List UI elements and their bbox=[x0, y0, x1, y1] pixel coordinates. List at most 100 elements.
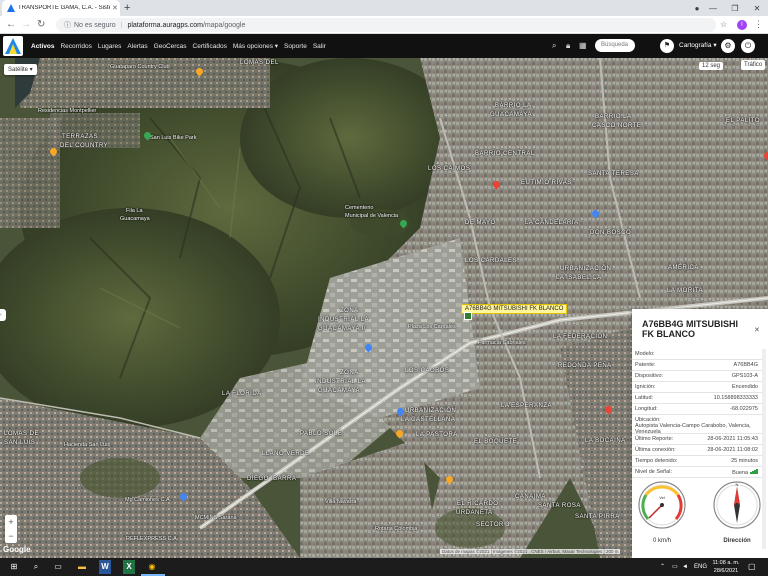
map-label: EUTIMIO RIVAS bbox=[521, 180, 572, 186]
gear-icon[interactable]: ⚙ bbox=[721, 39, 735, 53]
clock-date: 28/6/2021 bbox=[713, 568, 739, 574]
forward-icon[interactable]: → bbox=[21, 18, 31, 32]
vehicle-marker-icon[interactable] bbox=[464, 312, 472, 320]
map-label: REFLEXPRESS C.A. bbox=[126, 536, 179, 542]
nav-salir[interactable]: Salir bbox=[313, 43, 326, 50]
bookmark-star-icon[interactable]: ☆ bbox=[720, 20, 727, 29]
nav-alertas[interactable]: Alertas bbox=[127, 43, 147, 50]
nav-activos[interactable]: Activos bbox=[31, 43, 54, 50]
map-label: LOS CAOBOS bbox=[405, 368, 450, 374]
profile-avatar[interactable]: I bbox=[737, 20, 747, 30]
detail-row: Patente: A76BB4G bbox=[632, 360, 762, 371]
nav-soporte[interactable]: Soporte bbox=[284, 43, 307, 50]
detail-row: Última conexión: 28-06-2021 11:08:02 bbox=[632, 445, 762, 456]
refresh-interval[interactable]: 12 seg bbox=[699, 62, 724, 70]
nav-lugares[interactable]: Lugares bbox=[98, 43, 122, 50]
detail-label: Última conexión: bbox=[635, 447, 676, 453]
map-label: AMÉRICA bbox=[668, 265, 699, 271]
zoom-in-button[interactable]: + bbox=[5, 515, 17, 529]
tray-expand-icon[interactable]: ⌃ bbox=[660, 561, 665, 573]
zoom-out-button[interactable]: − bbox=[5, 529, 17, 543]
word-icon[interactable]: W bbox=[99, 560, 111, 574]
close-icon[interactable]: ✕ bbox=[112, 4, 118, 12]
network-icon[interactable]: ▭ bbox=[672, 561, 678, 573]
map-label: REDONDA PEÑA bbox=[558, 363, 612, 369]
speed-caption: 0 km/h bbox=[652, 538, 671, 544]
detail-row: Dispositivo: GPS103-A bbox=[632, 371, 762, 382]
detail-label: Dispositivo: bbox=[635, 373, 664, 379]
map-label: Villa Navarra bbox=[325, 499, 357, 505]
back-icon[interactable]: ← bbox=[6, 18, 16, 32]
file-explorer-icon[interactable]: ▬ bbox=[76, 560, 88, 574]
svg-text:N: N bbox=[736, 482, 739, 487]
lock-icon[interactable]: 🔒︎ bbox=[566, 40, 570, 52]
map-attribution: Datos de mapas ©2021 | Imágenes ©2021 , … bbox=[440, 549, 621, 554]
language-indicator[interactable]: ENG bbox=[694, 561, 707, 573]
volume-icon[interactable]: ◄ bbox=[682, 561, 688, 573]
close-icon[interactable]: ✕ bbox=[754, 326, 760, 334]
detail-value: Encendido bbox=[732, 384, 758, 390]
search-icon[interactable]: ⌕ bbox=[552, 40, 556, 52]
auragps-logo-icon[interactable] bbox=[3, 36, 23, 56]
map-type-button[interactable]: Satélite ▾ bbox=[4, 64, 37, 75]
search-icon[interactable]: ⌕ bbox=[30, 560, 42, 574]
grid-icon[interactable]: ▦ bbox=[579, 40, 587, 52]
main-menu: Activos Recorridos Lugares Alertas GeoCe… bbox=[31, 34, 332, 58]
nav-geocercas[interactable]: GeoCercas bbox=[154, 43, 187, 50]
map-label: SANTA TERESA bbox=[588, 171, 639, 177]
map-style-label: Cartografía bbox=[679, 42, 712, 49]
minimize-icon[interactable]: — bbox=[702, 0, 724, 16]
traffic-toggle[interactable]: Tráfico bbox=[741, 60, 766, 70]
panel-toggle-icon[interactable]: › bbox=[0, 309, 6, 321]
map-label: BARRIO LA bbox=[595, 114, 632, 120]
excel-icon[interactable]: X bbox=[123, 560, 135, 574]
search-input[interactable]: Búsqueda bbox=[595, 39, 635, 52]
reload-icon[interactable]: ↻ bbox=[37, 18, 45, 32]
new-tab-icon[interactable]: + bbox=[124, 1, 130, 15]
browser-tab[interactable]: TRANSPORTE GAMA, C.A. - Siste ✕ bbox=[2, 0, 120, 16]
map-label: GUACAMAYA II bbox=[318, 326, 367, 332]
map-label: LOMAS DEL bbox=[240, 60, 279, 66]
flag-icon[interactable]: ⚑ bbox=[660, 39, 674, 53]
map-label: San Luis Bike Park bbox=[150, 135, 197, 141]
detail-value: 28-06-2021 11:05:43 bbox=[707, 436, 758, 442]
map-label: MCMINS Sarana bbox=[195, 515, 237, 521]
clock-time: 11:08 a. m. bbox=[712, 560, 740, 566]
map-label: Mg Camiones C.A. bbox=[125, 497, 172, 503]
chrome-icon[interactable]: ◉ bbox=[146, 560, 158, 574]
windows-start-icon[interactable]: ⊞ bbox=[8, 560, 20, 574]
detail-label: Longitud: bbox=[635, 406, 658, 412]
map-label: LA CANDELARIA bbox=[525, 220, 579, 226]
nav-recorridos[interactable]: Recorridos bbox=[60, 43, 91, 50]
notifications-icon[interactable]: ▢ bbox=[748, 561, 756, 573]
map-label: Residencias Montpellier bbox=[38, 108, 97, 114]
power-icon[interactable]: ⏻ bbox=[741, 39, 755, 53]
map-label: URBANIZACIÓN bbox=[405, 408, 457, 414]
detail-row: Longitud: -68.022975 bbox=[632, 404, 762, 415]
maximize-icon[interactable]: ❐ bbox=[724, 0, 746, 16]
svg-text:Vel: Vel bbox=[659, 495, 665, 500]
detail-label: Patente: bbox=[635, 362, 656, 368]
detail-value: A76BB4G bbox=[733, 362, 758, 368]
map-label: URBANIZACIÓN bbox=[560, 266, 612, 272]
map-label: SAN LUIS bbox=[4, 440, 36, 446]
map-label: URDANETA bbox=[456, 510, 493, 516]
google-logo: Google bbox=[3, 545, 31, 554]
url-input[interactable]: ⓘ No es seguro | plataforma.auragps.com /… bbox=[56, 18, 716, 32]
detail-label: Modelo: bbox=[635, 351, 655, 357]
task-view-icon[interactable]: ▭ bbox=[52, 560, 64, 574]
map-label: LA ISABELICA bbox=[556, 275, 602, 281]
site-favicon-icon bbox=[7, 4, 15, 12]
signal-value: Buena bbox=[732, 469, 758, 477]
nav-certificados[interactable]: Certificados bbox=[193, 43, 227, 50]
close-window-icon[interactable]: ✕ bbox=[746, 0, 768, 16]
map-label: EL PALITO bbox=[726, 118, 761, 124]
browser-menu-icon[interactable]: ⋮ bbox=[754, 19, 763, 30]
map-style-dropdown[interactable]: Cartografía ▾ bbox=[679, 41, 717, 49]
map-label: DIEGO IBARRA bbox=[247, 476, 297, 482]
map-label: CASCO NORTE bbox=[592, 123, 642, 129]
nav-mas-opciones[interactable]: Más opciones ▾ bbox=[233, 42, 278, 50]
gauge-graphics: Vel N bbox=[638, 481, 761, 529]
vehicle-marker-label[interactable]: A76BB4G MITSUBISHI FK BLANCO bbox=[461, 304, 568, 314]
taskbar-clock[interactable]: 11:08 a. m. 28/6/2021 bbox=[710, 559, 742, 575]
